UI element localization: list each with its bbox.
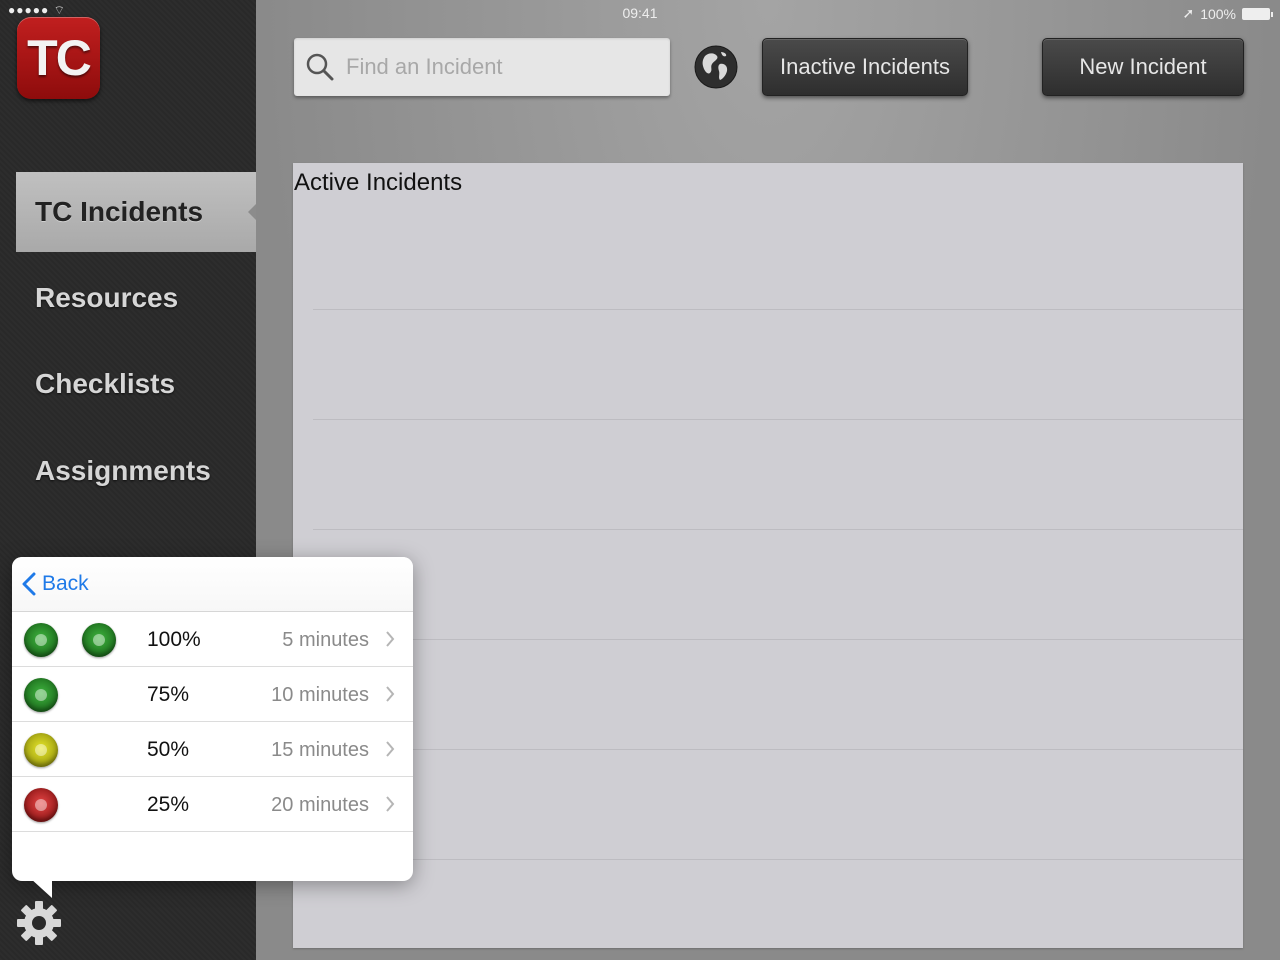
- sidebar-item-assignments[interactable]: Assignments: [16, 431, 256, 511]
- app-logo: TC: [17, 17, 100, 99]
- sidebar-item-label: Checklists: [35, 368, 176, 399]
- list-item[interactable]: 100% 5 minutes: [12, 612, 413, 667]
- list-item[interactable]: 25% 20 minutes: [12, 777, 413, 832]
- divider: [313, 639, 1243, 640]
- new-incident-button[interactable]: New Incident: [1042, 38, 1244, 96]
- inactive-incidents-button[interactable]: Inactive Incidents: [762, 38, 968, 96]
- popover-header: Back: [12, 557, 413, 612]
- duration-label: 5 minutes: [282, 629, 369, 651]
- list-item[interactable]: 50% 15 minutes: [12, 722, 413, 777]
- status-lights: [24, 678, 58, 712]
- duration-label: 20 minutes: [271, 794, 369, 816]
- percent-label: 25%: [147, 793, 190, 816]
- sidebar-item-checklists[interactable]: Checklists: [16, 344, 256, 424]
- chevron-right-icon: [386, 741, 395, 757]
- back-label: Back: [42, 572, 89, 595]
- yellow-light-icon: [24, 733, 58, 767]
- search-field[interactable]: [294, 38, 670, 96]
- duration-label: 15 minutes: [271, 739, 369, 761]
- divider: [313, 529, 1243, 530]
- divider: [313, 859, 1243, 860]
- globe-icon[interactable]: [693, 44, 739, 90]
- chevron-right-icon: [386, 796, 395, 812]
- divider: [313, 749, 1243, 750]
- gear-icon[interactable]: [14, 898, 64, 948]
- chevron-left-icon: [22, 572, 36, 596]
- percent-label: 100%: [147, 628, 201, 651]
- duration-label: 10 minutes: [271, 684, 369, 706]
- status-lights: [24, 788, 58, 822]
- sidebar-item-resources[interactable]: Resources: [16, 258, 256, 338]
- chevron-right-icon: [386, 631, 395, 647]
- green-light-icon: [24, 623, 58, 657]
- divider: [313, 309, 1243, 310]
- status-lights: [24, 623, 116, 657]
- green-light-icon: [24, 678, 58, 712]
- sidebar-item-label: Assignments: [35, 455, 211, 486]
- status-lights: [24, 733, 58, 767]
- green-light-icon: [82, 623, 116, 657]
- sidebar-item-label: TC Incidents: [35, 196, 204, 227]
- active-incidents-panel: Active Incidents: [293, 163, 1243, 948]
- percent-label: 50%: [147, 738, 190, 761]
- search-icon: [306, 53, 334, 81]
- refresh-popover: Back 100% 5 minutes 75% 10 minutes 50% 1…: [12, 557, 413, 881]
- list-item[interactable]: 75% 10 minutes: [12, 667, 413, 722]
- divider: [313, 419, 1243, 420]
- search-input[interactable]: [346, 54, 646, 80]
- sidebar-item-label: Resources: [35, 282, 179, 313]
- sidebar-item-tc-incidents[interactable]: TC Incidents: [16, 172, 256, 252]
- back-button[interactable]: Back: [22, 572, 89, 596]
- panel-title: Active Incidents: [294, 169, 463, 196]
- percent-label: 75%: [147, 683, 190, 706]
- red-light-icon: [24, 788, 58, 822]
- chevron-right-icon: [386, 686, 395, 702]
